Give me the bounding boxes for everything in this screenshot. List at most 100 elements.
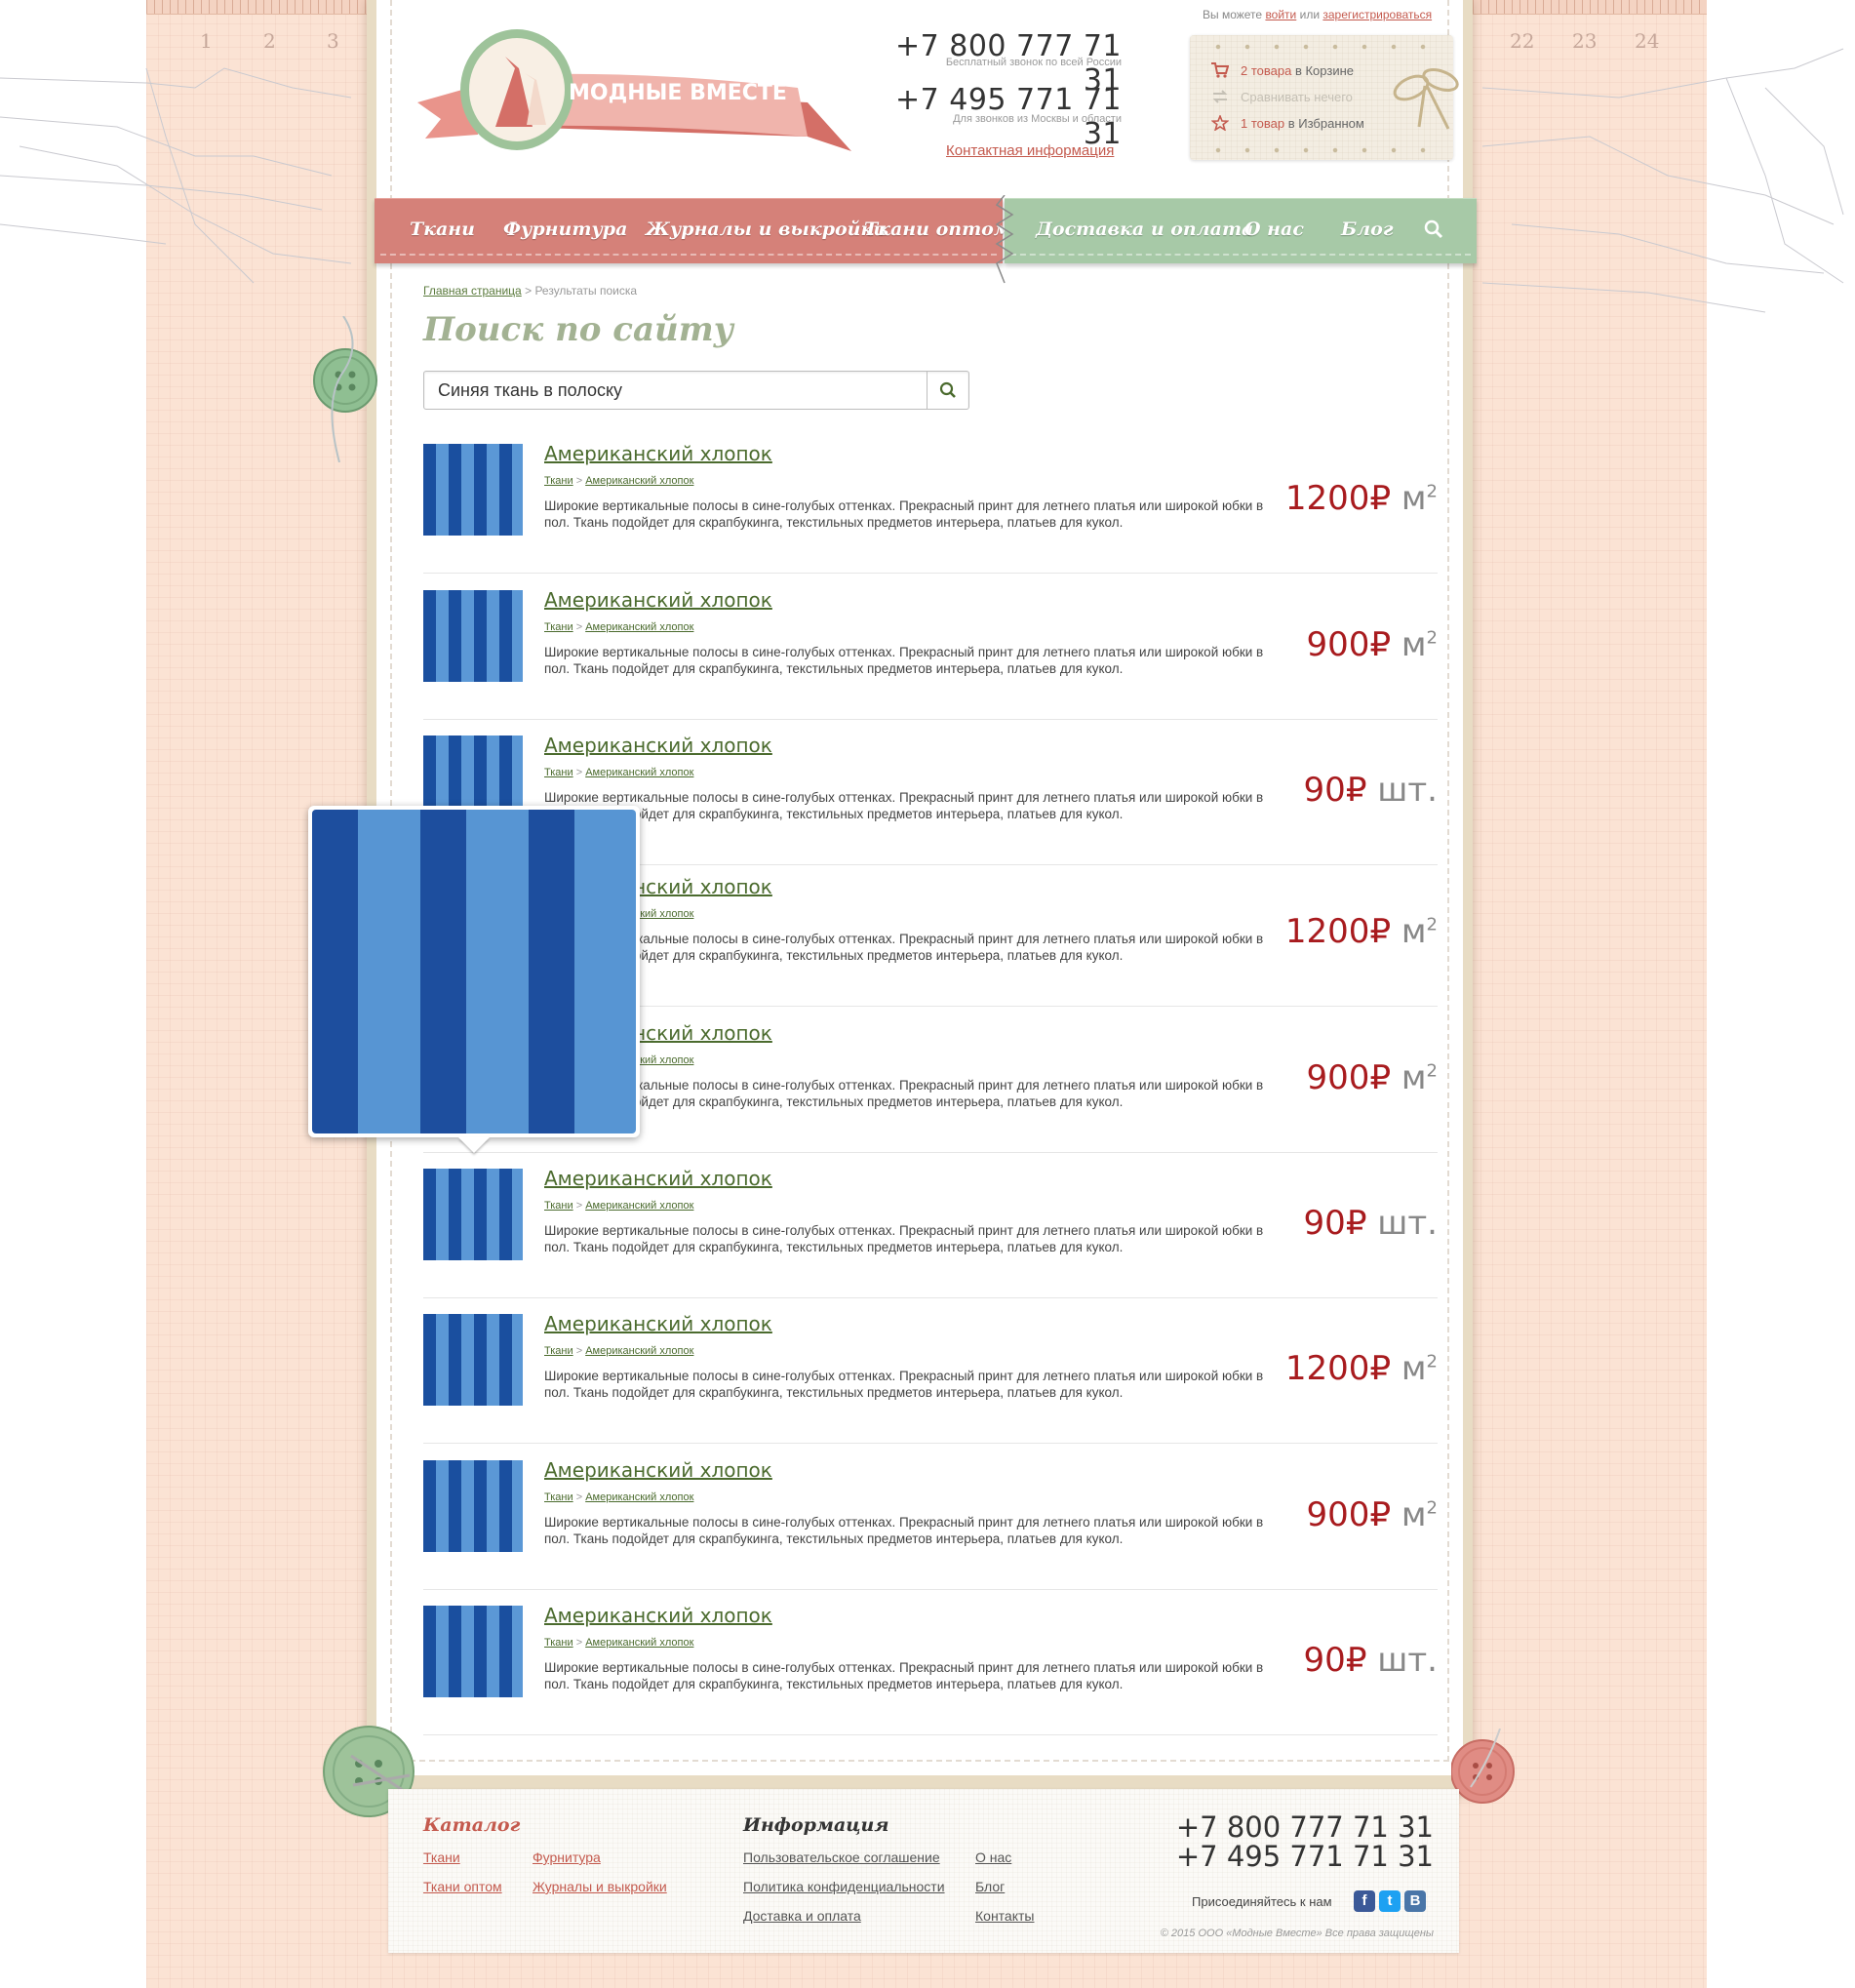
footer-link-magazines[interactable]: Журналы и выкройки (533, 1879, 667, 1894)
result-crumb-product[interactable]: Американский хлопок (585, 1200, 693, 1212)
price-value: 900 (1306, 1495, 1370, 1534)
result-price: 900₽ м2 (1307, 1058, 1438, 1097)
contact-info-link[interactable]: Контактная информация (946, 142, 1114, 159)
footer-link-privacy[interactable]: Политика конфиденциальности (743, 1879, 945, 1894)
compare-label: Сравнивать нечего (1241, 89, 1353, 104)
fabric-thumbnail[interactable] (423, 590, 523, 682)
price-value: 1200 (1284, 1349, 1370, 1388)
footer-link-about[interactable]: О нас (975, 1849, 1011, 1865)
result-price: 90₽ шт. (1304, 771, 1438, 810)
price-value: 1200 (1284, 912, 1370, 951)
search-button[interactable] (927, 372, 968, 409)
nav-item-fabrics[interactable]: Ткани (410, 219, 475, 240)
result-crumb-category[interactable]: Ткани (544, 621, 573, 633)
login-link[interactable]: войти (1265, 8, 1296, 21)
result-description: Широкие вертикальные полосы в сине-голуб… (544, 1515, 1264, 1546)
footer-link-wholesale[interactable]: Ткани оптом (423, 1879, 502, 1894)
result-price: 900₽ м2 (1307, 1495, 1438, 1534)
footer-link-accessories[interactable]: Фурнитура (533, 1849, 601, 1865)
fabric-thumbnail[interactable] (423, 1314, 523, 1406)
result-crumb-category[interactable]: Ткани (544, 1200, 573, 1212)
result-price: 90₽ шт. (1304, 1204, 1438, 1243)
price-currency: ₽ (1345, 1641, 1367, 1680)
price-currency: ₽ (1369, 1349, 1392, 1388)
result-crumb-product[interactable]: Американский хлопок (585, 475, 693, 487)
price-currency: ₽ (1369, 1495, 1392, 1534)
page-title: Поиск по сайту (423, 310, 734, 349)
result-title-link[interactable]: Американский хлопок (544, 734, 772, 757)
price-currency: ₽ (1345, 771, 1367, 810)
price-unit: м (1401, 1495, 1427, 1534)
result-crumb-product[interactable]: Американский хлопок (585, 767, 693, 778)
search-result-item: Американский хлопокТкани > Американский … (423, 1151, 1438, 1298)
nav-item-magazines[interactable]: Журналы и выкройки (646, 219, 887, 240)
search-icon[interactable] (1424, 219, 1443, 239)
price-value: 90 (1303, 1204, 1346, 1243)
price-value: 90 (1303, 1641, 1346, 1680)
result-description: Широкие вертикальные полосы в сине-голуб… (544, 498, 1264, 530)
result-crumb-category[interactable]: Ткани (544, 767, 573, 778)
twitter-icon[interactable]: t (1379, 1890, 1401, 1912)
price-unit: м (1401, 912, 1427, 951)
price-unit-superscript: 2 (1426, 1060, 1438, 1082)
price-value: 90 (1303, 771, 1346, 810)
main-nav-catalog: Ткани Фурнитура Журналы и выкройки Ткани… (375, 198, 1011, 263)
result-title-link[interactable]: Американский хлопок (544, 442, 772, 465)
vk-icon[interactable]: B (1404, 1890, 1426, 1912)
result-crumb-category[interactable]: Ткани (544, 475, 573, 487)
register-link[interactable]: зарегистрироваться (1322, 8, 1432, 21)
footer-link-fabrics[interactable]: Ткани (423, 1849, 460, 1865)
nav-item-delivery[interactable]: Доставка и оплата (1036, 219, 1253, 240)
result-crumb-category[interactable]: Ткани (544, 1345, 573, 1357)
nav-item-blog[interactable]: Блог (1341, 219, 1394, 240)
favorites-summary[interactable]: 1 товар в Избранном (1211, 115, 1364, 131)
sewing-pattern-decoration (0, 67, 352, 284)
result-breadcrumb: Ткани > Американский хлопок (544, 1200, 694, 1212)
fabric-thumbnail[interactable] (423, 1606, 523, 1697)
footer-phone-1[interactable]: +7 800 777 71 31 (1176, 1810, 1434, 1844)
price-unit-superscript: 2 (1426, 481, 1438, 502)
result-crumb-product[interactable]: Американский хлопок (585, 1491, 693, 1503)
footer-link-terms[interactable]: Пользовательское соглашение (743, 1849, 940, 1865)
price-unit: шт. (1377, 1641, 1438, 1680)
result-title-link[interactable]: Американский хлопок (544, 1312, 772, 1335)
facebook-icon[interactable]: f (1354, 1890, 1375, 1912)
footer-link-blog[interactable]: Блог (975, 1879, 1005, 1894)
footer-link-contacts[interactable]: Контакты (975, 1908, 1034, 1924)
fabric-thumbnail[interactable] (423, 1169, 523, 1260)
nav-item-wholesale[interactable]: Ткани оптом (864, 219, 1011, 240)
cart-summary[interactable]: 2 товара в Корзине (1211, 62, 1354, 78)
result-crumb-product[interactable]: Американский хлопок (585, 1637, 693, 1649)
footer-phone-2[interactable]: +7 495 771 71 31 (1176, 1840, 1434, 1873)
result-breadcrumb: Ткани > Американский хлопок (544, 1491, 694, 1503)
price-unit-superscript: 2 (1426, 1497, 1438, 1519)
breadcrumb-home[interactable]: Главная страница (423, 284, 522, 298)
nav-item-accessories[interactable]: Фурнитура (503, 219, 627, 240)
ruler-right (1473, 0, 1707, 15)
result-description: Широкие вертикальные полосы в сине-голуб… (544, 1223, 1264, 1254)
fabric-thumbnail[interactable] (423, 444, 523, 536)
result-title-link[interactable]: Американский хлопок (544, 1458, 772, 1482)
price-currency: ₽ (1369, 479, 1392, 518)
price-value: 900 (1306, 1058, 1370, 1097)
search-input[interactable] (424, 372, 927, 409)
result-crumb-category[interactable]: Ткани (544, 1491, 573, 1503)
search-result-item: Американский хлопокТкани > Американский … (423, 1296, 1438, 1444)
site-logo[interactable]: МОДНЫЕ ВМЕСТЕ (417, 29, 858, 176)
price-unit: шт. (1377, 1204, 1438, 1243)
result-price: 1200₽ м2 (1285, 1349, 1438, 1388)
result-crumb-product[interactable]: Американский хлопок (585, 1345, 693, 1357)
footer-link-delivery[interactable]: Доставка и оплата (743, 1908, 861, 1924)
result-crumb-category[interactable]: Ткани (544, 1637, 573, 1649)
price-value: 900 (1306, 625, 1370, 664)
site-search-form (423, 371, 969, 410)
result-crumb-product[interactable]: Американский хлопок (585, 621, 693, 633)
twine-bow-decoration (1393, 68, 1459, 130)
nav-item-about[interactable]: О нас (1244, 219, 1304, 240)
fabric-thumbnail[interactable] (423, 1460, 523, 1552)
result-title-link[interactable]: Американский хлопок (544, 1167, 772, 1190)
result-breadcrumb: Ткани > Американский хлопок (544, 1637, 694, 1649)
price-value: 1200 (1284, 479, 1370, 518)
result-title-link[interactable]: Американский хлопок (544, 588, 772, 612)
result-title-link[interactable]: Американский хлопок (544, 1604, 772, 1627)
